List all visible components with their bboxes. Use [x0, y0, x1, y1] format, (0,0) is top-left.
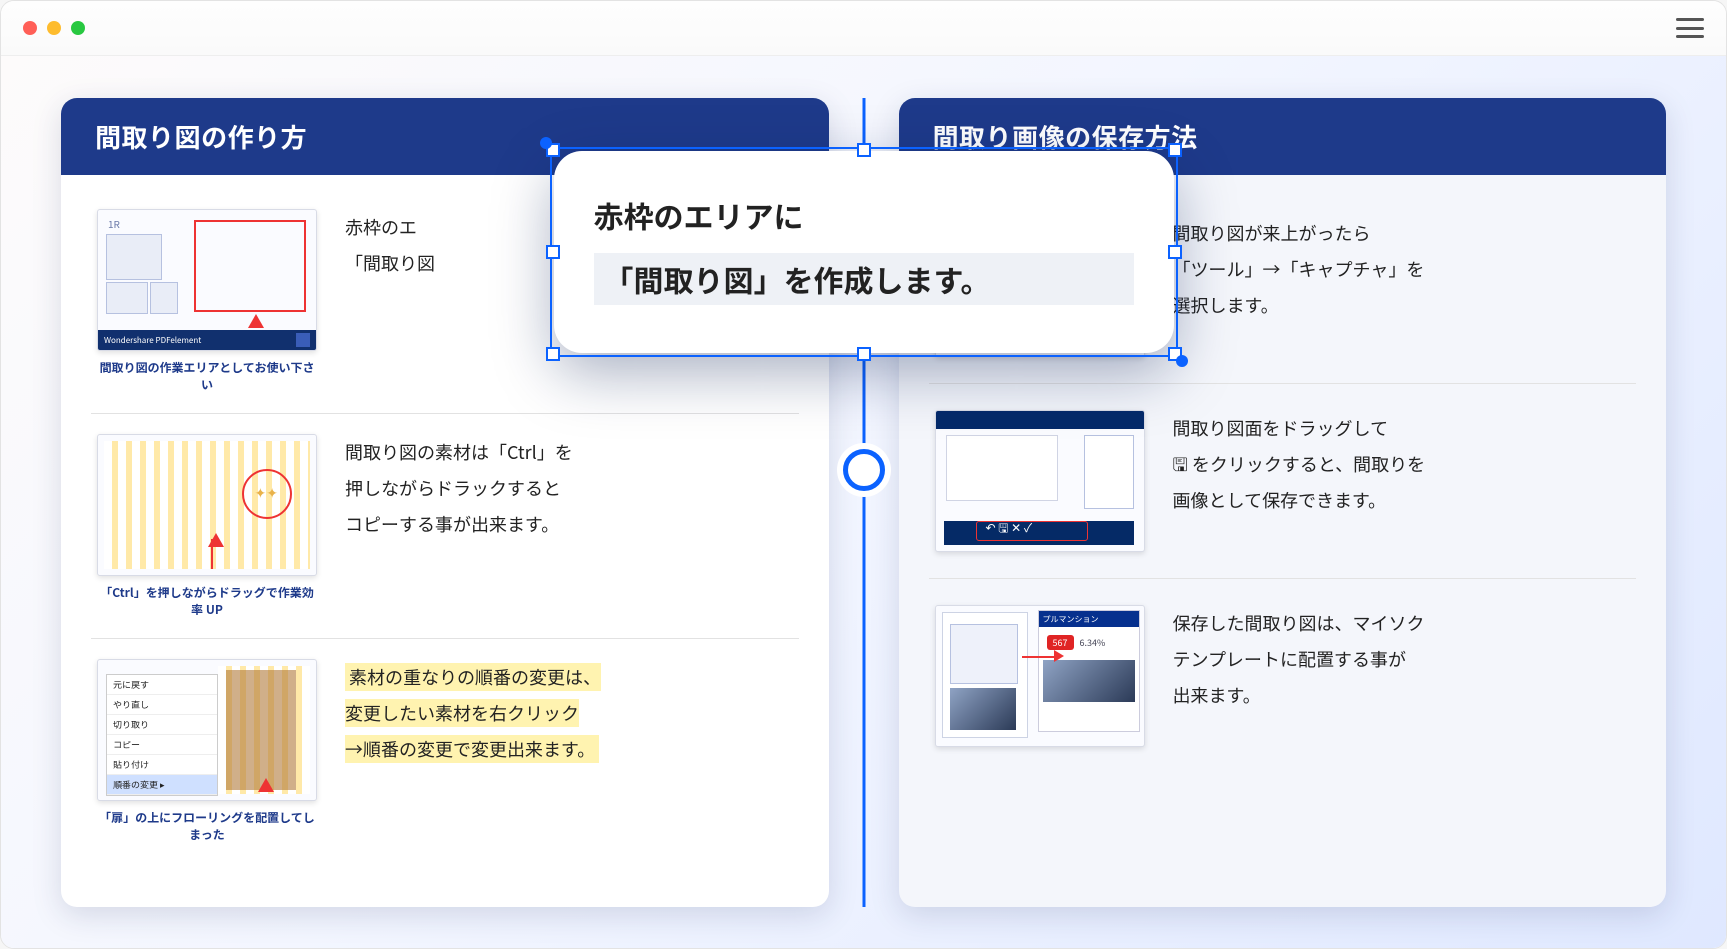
left-row-2: ✦✦ 「Ctrl」を押しながらドラッグで作業効率 UP 間取り図の素材は「Ctr… [91, 414, 799, 639]
floorplan-workarea-thumb: 1R Wondershare PDFelement [97, 209, 317, 351]
thumbnail: プルマンション 567 6.34% [935, 605, 1145, 747]
row-description: 保存した間取り図は、マイソク テンプレートに配置する事が 出来ます。 [1173, 605, 1425, 713]
property-pct: 6.34% [1080, 636, 1106, 649]
thumb-caption: 間取り図の作業エリアとしてお使い下さい [97, 359, 317, 393]
thumbnail: ↶ 🖫 ✕ ✓ [935, 410, 1145, 552]
minimize-window-icon[interactable] [47, 21, 61, 35]
left-row-3: 元に戻すやり直し切り取りコピー貼り付け 順番の変更 ▸ 「扉」の上にフローリング… [91, 639, 799, 863]
maximize-window-icon[interactable] [71, 21, 85, 35]
product-badge: Wondershare PDFelement [104, 335, 201, 346]
browser-window: 間取り図の作り方 1R Wondershare PDFelement [0, 0, 1727, 949]
thumbnail: 1R Wondershare PDFelement 間取り図の作業エリアとしてお… [97, 209, 317, 393]
callout-line-1: 赤枠のエリアに [594, 193, 1134, 237]
selection-bounds [550, 147, 1178, 357]
close-window-icon[interactable] [23, 21, 37, 35]
thumbnail: 元に戻すやり直し切り取りコピー貼り付け 順番の変更 ▸ 「扉」の上にフローリング… [97, 659, 317, 843]
property-card: プルマンション 567 6.34% [1038, 610, 1140, 732]
row-description: 間取り図が来上がったら 「ツール」→「キャプチャ」を 選択します。 [1173, 215, 1425, 323]
titlebar [1, 1, 1726, 56]
callout-line-2: 「間取り図」を作成します。 [594, 253, 1134, 305]
property-title: プルマンション [1039, 611, 1139, 627]
row-description: 間取り図の素材は「Ctrl」を 押しながらドラックすると コピーする事が出来ます… [345, 434, 573, 542]
thumb-caption: 「Ctrl」を押しながらドラッグで作業効率 UP [97, 584, 317, 618]
window-controls [23, 21, 85, 35]
ctrl-drag-thumb: ✦✦ [97, 434, 317, 576]
row-description: 間取り図面をドラッグして 🖫 をクリックすると、間取りを 画像として保存できます… [1173, 410, 1426, 518]
property-number: 567 [1047, 635, 1074, 650]
right-row-2: ↶ 🖫 ✕ ✓ 間取り図面をドラッグして 🖫 をクリックすると、間取りを 画像と… [929, 384, 1637, 579]
center-node-icon [843, 449, 885, 491]
layer-order-thumb: 元に戻すやり直し切り取りコピー貼り付け 順番の変更 ▸ [97, 659, 317, 801]
selected-callout[interactable]: 赤枠のエリアに 「間取り図」を作成します。 [554, 151, 1174, 353]
right-row-3: プルマンション 567 6.34% [929, 579, 1637, 773]
label: 1R [108, 216, 120, 231]
row-description: 素材の重なりの順番の変更は、 変更したい素材を右クリック →順番の変更で変更出来… [345, 659, 601, 767]
page-content: 間取り図の作り方 1R Wondershare PDFelement [1, 56, 1726, 949]
thumb-caption: 「扉」の上にフローリングを配置してしまった [97, 809, 317, 843]
thumbnail: ✦✦ 「Ctrl」を押しながらドラッグで作業効率 UP [97, 434, 317, 618]
place-in-template-thumb: プルマンション 567 6.34% [935, 605, 1145, 747]
row-description: 赤枠のエ 「間取り図 [345, 209, 435, 281]
drag-save-thumb: ↶ 🖫 ✕ ✓ [935, 410, 1145, 552]
context-menu: 元に戻すやり直し切り取りコピー貼り付け 順番の変更 ▸ [106, 674, 218, 796]
menu-icon[interactable] [1676, 18, 1704, 38]
